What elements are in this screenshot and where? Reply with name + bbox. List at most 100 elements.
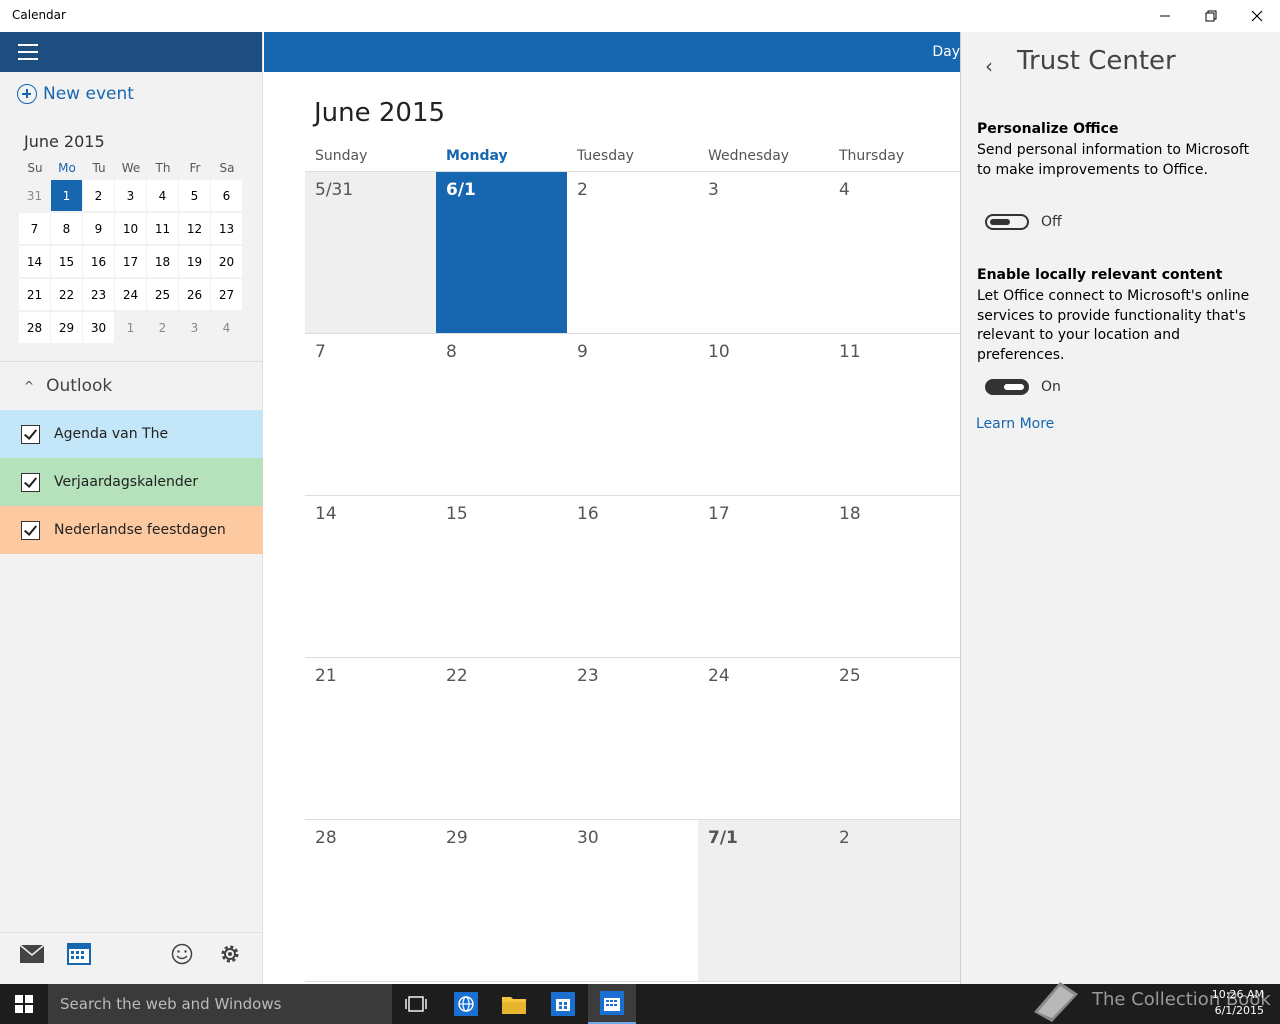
mini-day[interactable]: 13 <box>211 213 243 245</box>
minimize-button[interactable] <box>1142 0 1188 32</box>
day-cell[interactable]: 2 <box>567 172 698 334</box>
mini-day[interactable]: 19 <box>179 246 211 278</box>
store-taskbar-button[interactable] <box>539 984 587 1024</box>
system-clock[interactable]: 10:26 AM 6/1/2015 <box>1212 987 1264 1019</box>
mini-day[interactable]: 7 <box>19 213 51 245</box>
day-cell[interactable]: 18 <box>829 496 960 658</box>
mini-day[interactable]: 8 <box>51 213 83 245</box>
section-heading: Personalize Office <box>977 121 1119 137</box>
mini-day[interactable]: 4 <box>211 312 243 344</box>
account-header-outlook[interactable]: ^ Outlook <box>24 376 112 396</box>
task-view-icon <box>405 996 427 1012</box>
day-cell[interactable]: 28 <box>305 820 436 982</box>
chevron-up-icon: ^ <box>24 379 35 393</box>
mini-day[interactable]: 4 <box>147 180 179 212</box>
day-cell[interactable]: 4 <box>829 172 960 334</box>
hamburger-menu-icon[interactable] <box>18 44 38 60</box>
day-cell[interactable]: 22 <box>436 658 567 820</box>
search-box[interactable]: Search the web and Windows <box>48 984 392 1024</box>
mini-day[interactable]: 28 <box>19 312 51 344</box>
learn-more-link[interactable]: Learn More <box>976 416 1054 432</box>
browser-taskbar-button[interactable] <box>442 984 490 1024</box>
day-cell[interactable]: 2 <box>829 820 960 982</box>
calendar-item-feestdagen[interactable]: Nederlandse feestdagen <box>0 506 263 554</box>
clock-date: 6/1/2015 <box>1214 1004 1264 1017</box>
mini-day[interactable]: 16 <box>83 246 115 278</box>
day-header: We <box>121 161 141 175</box>
feedback-smiley-icon[interactable] <box>171 943 193 965</box>
mini-day[interactable]: 10 <box>115 213 147 245</box>
mini-day[interactable]: 23 <box>83 279 115 311</box>
day-cell[interactable]: 7 <box>305 334 436 496</box>
mini-calendar-title[interactable]: June 2015 <box>24 132 105 151</box>
mini-day[interactable]: 9 <box>83 213 115 245</box>
checkbox[interactable] <box>21 472 40 492</box>
back-arrow-icon[interactable]: ‹ <box>985 54 993 78</box>
task-view-button[interactable] <box>392 984 440 1024</box>
day-cell[interactable]: 14 <box>305 496 436 658</box>
mini-day[interactable]: 3 <box>115 180 147 212</box>
day-cell[interactable]: 29 <box>436 820 567 982</box>
day-cell[interactable]: 30 <box>567 820 698 982</box>
new-event-button[interactable]: New event <box>17 84 134 104</box>
mini-day[interactable]: 12 <box>179 213 211 245</box>
mini-day-selected[interactable]: 1 <box>51 180 83 212</box>
day-cell[interactable]: 21 <box>305 658 436 820</box>
mail-icon[interactable] <box>20 945 44 963</box>
day-cell[interactable]: 25 <box>829 658 960 820</box>
day-cell[interactable]: 11 <box>829 334 960 496</box>
day-cell[interactable]: 5/31 <box>305 172 436 334</box>
day-cell[interactable]: 23 <box>567 658 698 820</box>
day-header: Th <box>155 161 171 175</box>
day-view-button[interactable]: Day <box>932 44 960 60</box>
mini-day[interactable]: 3 <box>179 312 211 344</box>
day-cell-selected[interactable]: 6/1 <box>436 172 567 334</box>
checkbox[interactable] <box>21 520 40 540</box>
start-button[interactable] <box>0 984 48 1024</box>
day-cell[interactable]: 3 <box>698 172 829 334</box>
day-cell[interactable]: 8 <box>436 334 567 496</box>
mini-day[interactable]: 2 <box>83 180 115 212</box>
close-button[interactable] <box>1234 0 1280 32</box>
mini-day[interactable]: 27 <box>211 279 243 311</box>
restore-button[interactable] <box>1188 0 1234 32</box>
day-cell[interactable]: 17 <box>698 496 829 658</box>
mini-day[interactable]: 24 <box>115 279 147 311</box>
checkbox[interactable] <box>21 424 40 444</box>
mini-day[interactable]: 17 <box>115 246 147 278</box>
mini-day[interactable]: 20 <box>211 246 243 278</box>
calendar-item-agenda[interactable]: Agenda van The <box>0 410 263 458</box>
day-cell[interactable]: 9 <box>567 334 698 496</box>
mini-day[interactable]: 31 <box>19 180 51 212</box>
folder-icon <box>502 997 526 1014</box>
mini-day[interactable]: 25 <box>147 279 179 311</box>
calendar-taskbar-button[interactable] <box>588 984 636 1024</box>
mini-day[interactable]: 29 <box>51 312 83 344</box>
calendar-item-verjaardagskalender[interactable]: Verjaardagskalender <box>0 458 263 506</box>
mini-day[interactable]: 6 <box>211 180 243 212</box>
mini-day[interactable]: 21 <box>19 279 51 311</box>
mini-day[interactable]: 2 <box>147 312 179 344</box>
mini-day[interactable]: 30 <box>83 312 115 344</box>
day-cell[interactable]: 24 <box>698 658 829 820</box>
mini-day[interactable]: 11 <box>147 213 179 245</box>
day-cell[interactable]: 7/1 <box>698 820 829 982</box>
day-header: Fr <box>189 161 201 175</box>
gear-icon[interactable] <box>219 943 241 965</box>
day-cell[interactable]: 16 <box>567 496 698 658</box>
mini-day[interactable]: 1 <box>115 312 147 344</box>
mini-day[interactable]: 26 <box>179 279 211 311</box>
day-cell[interactable]: 15 <box>436 496 567 658</box>
calendar-icon[interactable] <box>67 943 91 965</box>
file-explorer-taskbar-button[interactable] <box>490 984 538 1024</box>
mini-calendar-day-headers: Su Mo Tu We Th Fr Sa <box>19 156 244 180</box>
mini-day[interactable]: 18 <box>147 246 179 278</box>
day-cell[interactable]: 10 <box>698 334 829 496</box>
mini-day[interactable]: 5 <box>179 180 211 212</box>
mini-day[interactable]: 22 <box>51 279 83 311</box>
local-content-toggle[interactable] <box>985 379 1029 395</box>
mini-day[interactable]: 15 <box>51 246 83 278</box>
mini-day[interactable]: 14 <box>19 246 51 278</box>
month-title: June 2015 <box>314 98 446 128</box>
personalize-toggle[interactable] <box>985 214 1029 230</box>
